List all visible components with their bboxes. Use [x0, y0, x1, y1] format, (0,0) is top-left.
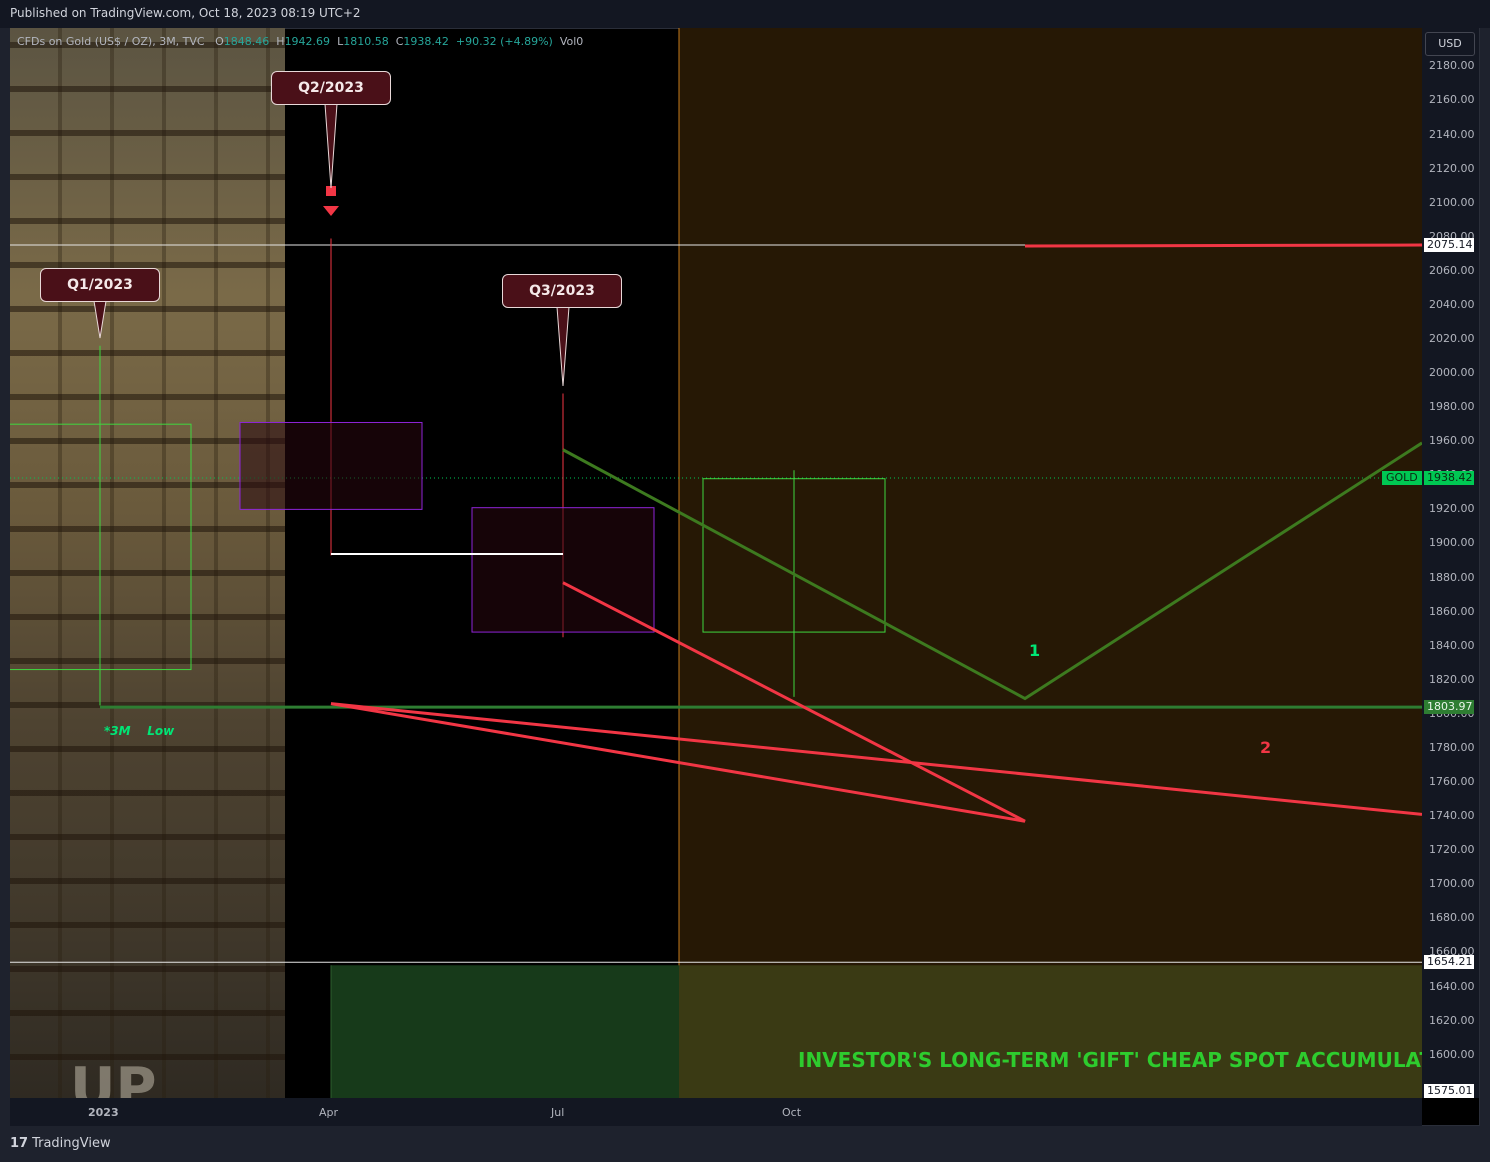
y-tick-label: 1720.00: [1429, 843, 1475, 857]
open-value: 1848.46: [223, 35, 270, 48]
y-tick-label: 2000.00: [1429, 366, 1475, 380]
y-tick-label: 1740.00: [1429, 809, 1475, 823]
zone-top-price-tag: 1654.21: [1424, 955, 1474, 970]
y-tick-label: 1620.00: [1429, 1013, 1475, 1027]
y-tick-label: 2040.00: [1429, 297, 1475, 311]
callout-pointer-0: [93, 300, 107, 339]
chart-svg: [10, 28, 1422, 1098]
y-tick-label: 1780.00: [1429, 740, 1475, 754]
x-tick-label: Jul: [551, 1106, 565, 1119]
callout-q3: Q3/2023: [502, 274, 622, 308]
x-tick-label: Oct: [782, 1106, 802, 1119]
zone-rect-past: [331, 965, 679, 1098]
time-axis[interactable]: [10, 1098, 1422, 1126]
y-tick-label: 1860.00: [1429, 604, 1475, 618]
y-tick-label: 1600.00: [1429, 1047, 1475, 1061]
footer-brand: 17 TradingView: [10, 1136, 111, 1151]
y-tick-label: 1980.00: [1429, 400, 1475, 414]
y-tick-label: 1900.00: [1429, 536, 1475, 550]
volume-value: Vol0: [559, 35, 584, 48]
y-tick-label: 1840.00: [1429, 638, 1475, 652]
y-tick-label: 2100.00: [1429, 195, 1475, 209]
support-price-tag: 1803.97: [1424, 700, 1474, 715]
callout-q2: Q2/2023: [271, 71, 391, 105]
x-tick-label: 2023: [88, 1106, 119, 1119]
tv-logo-icon: 17: [10, 1136, 29, 1151]
low-annotation: *3M Low: [104, 724, 175, 738]
down-arrow-icon: [323, 186, 339, 216]
price-axis[interactable]: 2180.00 2160.00 2140.00 2120.00 2100.00 2080.…: [1422, 28, 1479, 1098]
symbol-legend: CFDs on Gold (US$ / OZ), 3M, TVC O1848.4…: [17, 35, 583, 48]
y-tick-label: 2020.00: [1429, 331, 1475, 345]
low-value: 1810.58: [343, 35, 389, 48]
y-tick-label: 1960.00: [1429, 434, 1475, 448]
high-value: 1942.69: [284, 35, 331, 48]
brand-name: TradingView: [32, 1136, 111, 1151]
close-value: 1938.42: [403, 35, 449, 48]
x-tick-label: Apr: [319, 1106, 339, 1119]
y-tick-label: 1680.00: [1429, 911, 1475, 925]
resistance-highlight: [1024, 243, 1422, 248]
plot-area[interactable]: UP: [10, 28, 1422, 1098]
top-bar: Published on TradingView.com, Oct 18, 20…: [0, 0, 1490, 28]
zone-rect-future: [679, 965, 1422, 1098]
change-value: +90.32 (+4.89%): [455, 35, 553, 48]
zone-text: INVESTOR'S LONG-TERM 'GIFT' CHEAP SPOT A…: [798, 1048, 1422, 1072]
callout-pointer-1: [324, 103, 338, 189]
callout-q1: Q1/2023: [40, 268, 160, 302]
currency-button[interactable]: USD: [1425, 32, 1475, 56]
y-tick-label: 1700.00: [1429, 877, 1475, 891]
y-tick-label: 1640.00: [1429, 979, 1475, 993]
y-tick-label: 2160.00: [1429, 93, 1475, 107]
zone-bottom-price-tag: 1575.01: [1424, 1084, 1474, 1098]
y-tick-label: 2140.00: [1429, 127, 1475, 141]
callout-pointer-2: [556, 306, 570, 387]
symbol-price-tag: GOLD: [1382, 471, 1422, 485]
y-tick-label: 1920.00: [1429, 502, 1475, 516]
candle-body-0: [10, 423, 192, 671]
y-tick-label: 2060.00: [1429, 263, 1475, 277]
y-tick-label: 2180.00: [1429, 59, 1475, 73]
resistance-price-tag: 2075.14: [1424, 238, 1474, 253]
projection-1: [562, 441, 1422, 701]
published-text: Published on TradingView.com, Oct 18, 20…: [10, 6, 361, 20]
wave-1-label: 1: [1029, 641, 1041, 660]
y-tick-label: 2120.00: [1429, 161, 1475, 175]
open-label: O: [215, 35, 224, 48]
y-tick-label: 1820.00: [1429, 672, 1475, 686]
wave-2-label: 2: [1260, 738, 1272, 757]
high-label: H: [276, 35, 285, 48]
candle-body-2: [471, 507, 655, 633]
y-tick-label: 1880.00: [1429, 570, 1475, 584]
candle-body-1: [239, 421, 423, 510]
y-tick-label: 1760.00: [1429, 775, 1475, 789]
symbol-name: CFDs on Gold (US$ / OZ), 3M, TVC: [17, 35, 205, 48]
last-price-tag: 1938.42: [1424, 471, 1474, 485]
